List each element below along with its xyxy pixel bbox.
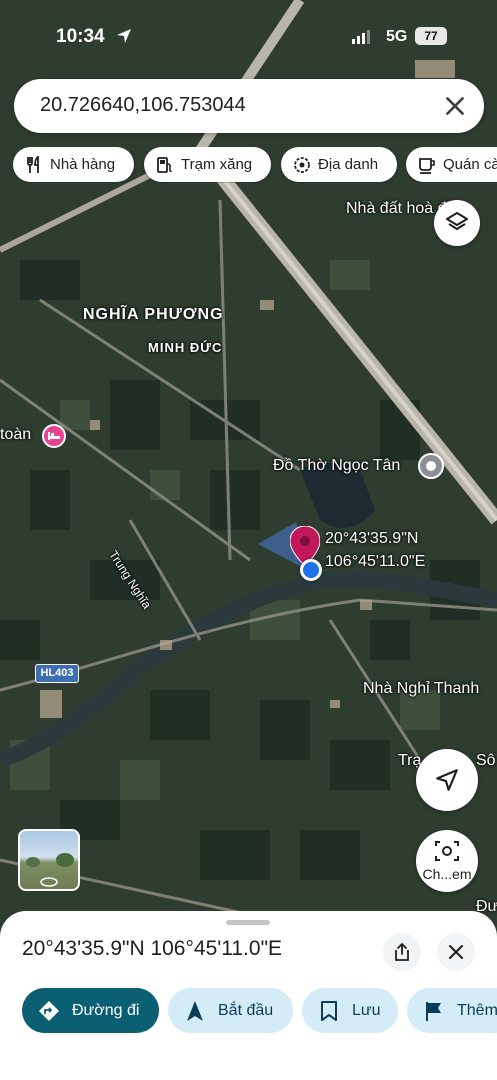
current-location-dot: [300, 559, 322, 581]
area-label-nghia-phuong: NGHĨA PHƯƠNG: [83, 306, 224, 323]
place-label-toan[interactable]: toàn: [0, 426, 31, 444]
street-view-button-label: Ch...em: [422, 866, 472, 882]
chip-cafes[interactable]: Quán cà: [406, 147, 497, 182]
close-sheet-button[interactable]: [437, 933, 475, 971]
start-navigation-button[interactable]: Bắt đầu: [168, 988, 293, 1033]
share-button[interactable]: [383, 933, 421, 971]
directions-button[interactable]: Đường đi: [22, 988, 159, 1033]
area-label-minh-duc: MINH ĐỨC: [148, 340, 223, 355]
restaurant-icon: [27, 156, 39, 173]
place-label-so[interactable]: Sô: [476, 752, 496, 770]
my-location-button[interactable]: [416, 749, 478, 811]
place-label-nha-nghi[interactable]: Nhà Nghỉ Thanh: [363, 680, 479, 698]
rotate-360-icon: [40, 877, 58, 887]
navigation-arrow-icon: [436, 769, 458, 791]
landmark-icon: [294, 157, 310, 173]
coffee-icon: [419, 158, 435, 174]
cellular-signal-icon: [352, 30, 370, 44]
chip-label: Quán cà: [443, 156, 497, 173]
coordinates-title: 20°43'35.9"N 106°45'11.0"E: [22, 937, 283, 960]
chip-restaurants[interactable]: Nhà hàng: [13, 147, 134, 182]
sheet-drag-handle[interactable]: [226, 920, 270, 925]
action-label: Thêm: [457, 1002, 497, 1019]
road-shield-hl403: HL403: [35, 664, 79, 683]
action-label: Bắt đầu: [218, 1002, 274, 1019]
place-bottom-sheet[interactable]: 20°43'35.9"N 106°45'11.0"E Đường đi Bắt …: [0, 911, 497, 1080]
chip-label: Địa danh: [318, 156, 379, 173]
gas-station-icon: [157, 157, 172, 173]
search-bar[interactable]: 20.726640,106.753044: [14, 79, 484, 133]
save-button[interactable]: Lưu: [302, 988, 398, 1033]
action-label: Lưu: [352, 1002, 381, 1019]
share-icon: [395, 942, 409, 961]
status-bar: 10:34 5G 77: [0, 22, 497, 54]
street-view-explore-button[interactable]: Ch...em: [416, 830, 478, 892]
directions-icon: [39, 1001, 59, 1021]
place-marker-icon[interactable]: [418, 453, 444, 479]
layers-button[interactable]: [434, 200, 480, 246]
camera-lens-icon: [435, 841, 459, 861]
network-type: 5G: [386, 28, 408, 45]
chip-label: Nhà hàng: [50, 156, 116, 173]
flag-icon: [426, 1002, 441, 1021]
hotel-marker-icon[interactable]: [42, 424, 66, 448]
status-time: 10:34: [56, 26, 105, 47]
chip-gas-stations[interactable]: Trạm xăng: [144, 147, 271, 182]
location-services-icon: [117, 29, 131, 43]
chip-landmarks[interactable]: Địa danh: [281, 147, 397, 182]
street-view-thumbnail[interactable]: [18, 829, 80, 891]
add-label-button[interactable]: Thêm: [407, 988, 497, 1033]
category-chips: Nhà hàng Trạm xăng Địa danh Quán cà: [13, 147, 497, 183]
layers-icon: [446, 212, 468, 230]
bookmark-icon: [321, 1001, 337, 1021]
battery-indicator: 77: [415, 27, 447, 45]
clear-search-icon[interactable]: [442, 93, 468, 119]
pin-latitude-label: 20°43'35.9"N: [325, 530, 419, 547]
pin-longitude-label: 106°45'11.0"E: [325, 553, 426, 570]
close-icon: [449, 945, 463, 959]
chip-label: Trạm xăng: [181, 156, 253, 173]
navigation-icon: [187, 1001, 203, 1021]
place-label-do-tho[interactable]: Đồ Thờ Ngọc Tân: [273, 457, 400, 475]
action-label: Đường đi: [72, 1002, 140, 1019]
search-query[interactable]: 20.726640,106.753044: [40, 94, 246, 117]
